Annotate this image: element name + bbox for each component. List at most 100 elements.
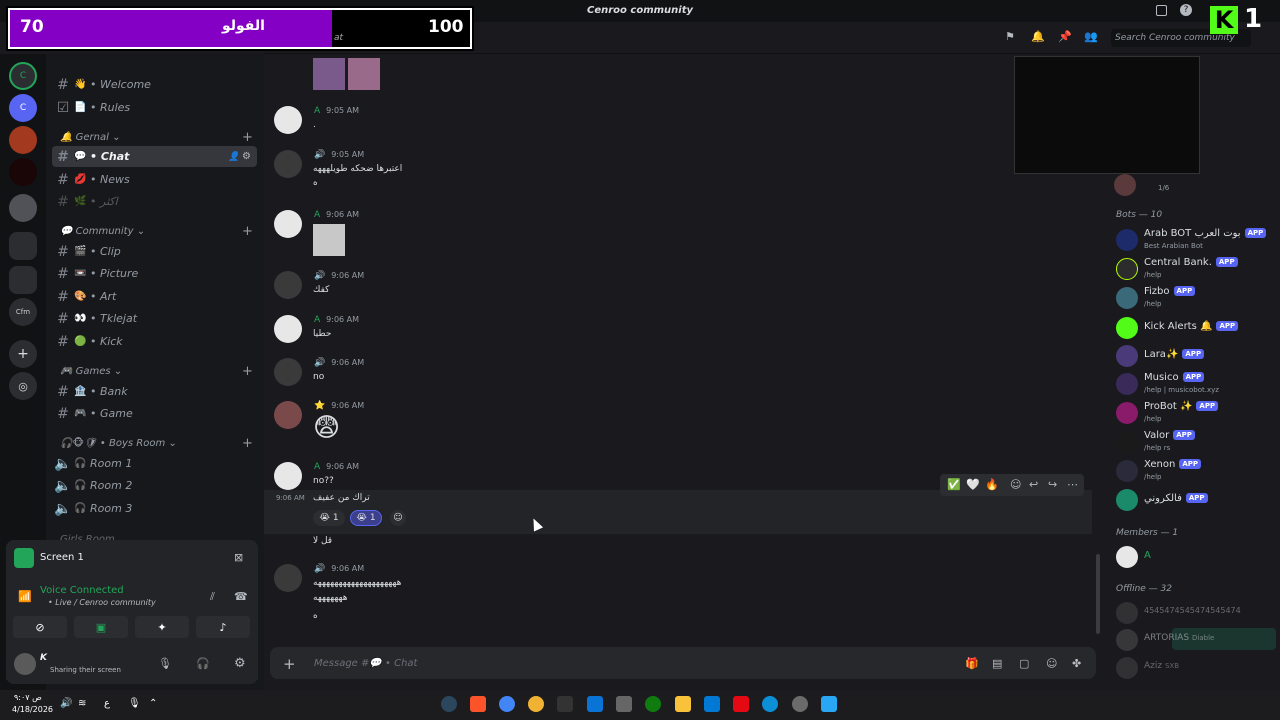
add-channel-icon[interactable]: + bbox=[242, 364, 253, 379]
member-xenon[interactable]: Xenon APP/help bbox=[1116, 458, 1276, 484]
add-server-icon[interactable]: + bbox=[9, 340, 37, 368]
bell-icon[interactable]: 🔔 bbox=[1031, 30, 1045, 43]
channel-rules[interactable]: ☑ 📄 • Rules bbox=[52, 97, 257, 118]
author-name[interactable]: A bbox=[314, 106, 320, 116]
member-kick-alerts[interactable]: Kick Alerts 🔔 APP bbox=[1116, 315, 1276, 341]
volume-icon[interactable]: 🔊 bbox=[60, 698, 72, 709]
heart-reaction-icon[interactable]: 🤍 bbox=[966, 478, 980, 491]
channel-game[interactable]: # 🎮 • Game bbox=[52, 403, 257, 424]
chrome-icon[interactable] bbox=[499, 696, 515, 712]
add-channel-icon[interactable]: + bbox=[242, 224, 253, 239]
image-attachment[interactable] bbox=[313, 58, 345, 90]
xbox-icon[interactable] bbox=[645, 696, 661, 712]
channel-bank[interactable]: # 🏦 • Bank bbox=[52, 381, 257, 402]
voice-status[interactable]: Voice Connected bbox=[40, 585, 124, 596]
voice-room-1[interactable]: 🔈 🎧 Room 1 bbox=[52, 453, 257, 474]
author-name[interactable]: A bbox=[314, 315, 320, 325]
category-boys-room[interactable]: 🎧🐵🛡 • Boys Room ⌄ bbox=[60, 438, 177, 449]
avatar[interactable] bbox=[274, 462, 302, 490]
server-icon-red[interactable] bbox=[9, 158, 37, 186]
headphones-icon[interactable]: 🎧 bbox=[196, 657, 210, 670]
category-gernal[interactable]: 🔔 Gernal ⌄ bbox=[60, 132, 120, 143]
member-arab-bot[interactable]: Arab BOT بوت العرب APP Best Arabian Bot bbox=[1116, 227, 1276, 253]
member-list-icon[interactable]: 👥 bbox=[1084, 30, 1098, 43]
category-community[interactable]: 💬 Community ⌄ bbox=[60, 226, 145, 237]
reply-icon[interactable]: ↩ bbox=[1029, 478, 1038, 491]
member-falcroni[interactable]: فالكروني APP bbox=[1116, 487, 1276, 513]
discord-icon[interactable] bbox=[528, 696, 544, 712]
channel-news[interactable]: # 💋 • News bbox=[52, 169, 257, 190]
member-fizbo[interactable]: Fizbo APP/help bbox=[1116, 285, 1276, 311]
reaction-sob[interactable]: 😭 1 bbox=[313, 510, 345, 526]
member-probot[interactable]: ProBot ✨ APP/help bbox=[1116, 400, 1276, 426]
clock-date[interactable]: 4/18/2026 bbox=[12, 705, 53, 714]
help-icon[interactable]: ? bbox=[1180, 4, 1192, 16]
store-icon[interactable] bbox=[704, 696, 720, 712]
member-aziz[interactable]: Aziz SXB bbox=[1116, 655, 1276, 681]
gif-icon[interactable]: ▤ bbox=[992, 657, 1002, 670]
avatar[interactable] bbox=[1114, 174, 1136, 196]
channel-tklejat[interactable]: # 👀 • Tklejat bbox=[52, 308, 257, 329]
server-icon-central[interactable]: C bbox=[9, 62, 37, 90]
channel-art[interactable]: # 🎨 • Art bbox=[52, 286, 257, 307]
forward-icon[interactable]: ↪ bbox=[1048, 478, 1057, 491]
image-attachment[interactable] bbox=[348, 58, 380, 90]
search-input[interactable]: Search Cenroo community bbox=[1115, 33, 1235, 43]
avatar[interactable] bbox=[274, 106, 302, 134]
channel-akthar[interactable]: # 🌿 • اكثر bbox=[52, 191, 257, 212]
pin-icon[interactable]: 📌 bbox=[1058, 30, 1072, 43]
server-icon-cenroo[interactable]: C bbox=[9, 94, 37, 122]
avatar[interactable] bbox=[274, 401, 302, 429]
member-musico[interactable]: Musico APP/help | musicobot.xyz bbox=[1116, 371, 1276, 397]
member-lara[interactable]: Lara✨ APP bbox=[1116, 343, 1276, 369]
member-artorias[interactable]: ARTORIAS Diable bbox=[1116, 627, 1276, 653]
author-name[interactable]: A bbox=[314, 210, 320, 220]
member-offline[interactable]: 4545474545474545474 bbox=[1116, 600, 1276, 626]
app-icon[interactable] bbox=[557, 696, 573, 712]
member-central-bank[interactable]: Central Bank. APP/help bbox=[1116, 256, 1276, 282]
gear-icon[interactable]: ⚙ bbox=[242, 151, 251, 162]
photos-icon[interactable] bbox=[587, 696, 603, 712]
netflix-icon[interactable] bbox=[733, 696, 749, 712]
channel-welcome[interactable]: # 👋 • Welcome bbox=[52, 74, 257, 95]
member-valor[interactable]: Valor APP/help rs bbox=[1116, 429, 1276, 455]
invite-icon[interactable]: 👤 bbox=[228, 152, 239, 162]
clock-time[interactable]: ص ٩:٠٧ bbox=[14, 693, 42, 702]
threads-icon[interactable]: ⚑ bbox=[1005, 30, 1015, 43]
brave-icon[interactable] bbox=[470, 696, 486, 712]
camera-button[interactable]: ⊘ bbox=[13, 616, 67, 638]
channel-clip[interactable]: # 🎬 • Clip bbox=[52, 241, 257, 262]
channel-kick[interactable]: # 🟢 • Kick bbox=[52, 331, 257, 352]
server-icon-cfm[interactable]: Cfm bbox=[9, 298, 37, 326]
avatar[interactable] bbox=[274, 358, 302, 386]
check-reaction-icon[interactable]: ✅ bbox=[947, 478, 961, 491]
sticker-icon[interactable]: ▢ bbox=[1019, 657, 1029, 670]
file-explorer-icon[interactable] bbox=[675, 696, 691, 712]
avatar[interactable] bbox=[274, 315, 302, 343]
close-preview-icon[interactable]: ⊠ bbox=[234, 551, 243, 564]
avatar[interactable] bbox=[274, 210, 302, 238]
add-reaction-icon[interactable]: ☺ bbox=[390, 510, 406, 526]
channel-chat[interactable]: # 💬 • Chat 👤 ⚙ bbox=[52, 146, 257, 167]
more-icon[interactable]: ⋯ bbox=[1067, 478, 1078, 491]
share-screen-button[interactable]: ▣ bbox=[74, 616, 128, 638]
stream-preview-thumbnail[interactable] bbox=[1014, 56, 1200, 174]
noise-suppression-icon[interactable]: ⫽ bbox=[210, 590, 215, 604]
disconnect-icon[interactable]: ☎ bbox=[234, 590, 248, 603]
activities-button[interactable]: ✦ bbox=[135, 616, 189, 638]
category-games[interactable]: 🎮 Games ⌄ bbox=[60, 366, 122, 377]
chat-scrollbar[interactable] bbox=[1096, 554, 1100, 634]
tray-chevron-icon[interactable]: ⌃ bbox=[149, 698, 157, 709]
author-name[interactable]: A bbox=[314, 462, 320, 472]
wifi-icon[interactable]: ≋ bbox=[78, 698, 86, 709]
steam-icon[interactable] bbox=[441, 696, 457, 712]
server-icon-grey[interactable] bbox=[9, 194, 37, 222]
mouse-app-icon[interactable] bbox=[616, 696, 632, 712]
inbox-icon[interactable] bbox=[1156, 5, 1167, 16]
apps-icon[interactable]: ✤ bbox=[1072, 657, 1081, 670]
voice-room-3[interactable]: 🔈 🎧 Room 3 bbox=[52, 498, 257, 519]
server-folder-1[interactable] bbox=[9, 232, 37, 260]
member-a[interactable]: A bbox=[1116, 544, 1276, 570]
edge-icon[interactable] bbox=[762, 696, 778, 712]
add-channel-icon[interactable]: + bbox=[242, 130, 253, 145]
